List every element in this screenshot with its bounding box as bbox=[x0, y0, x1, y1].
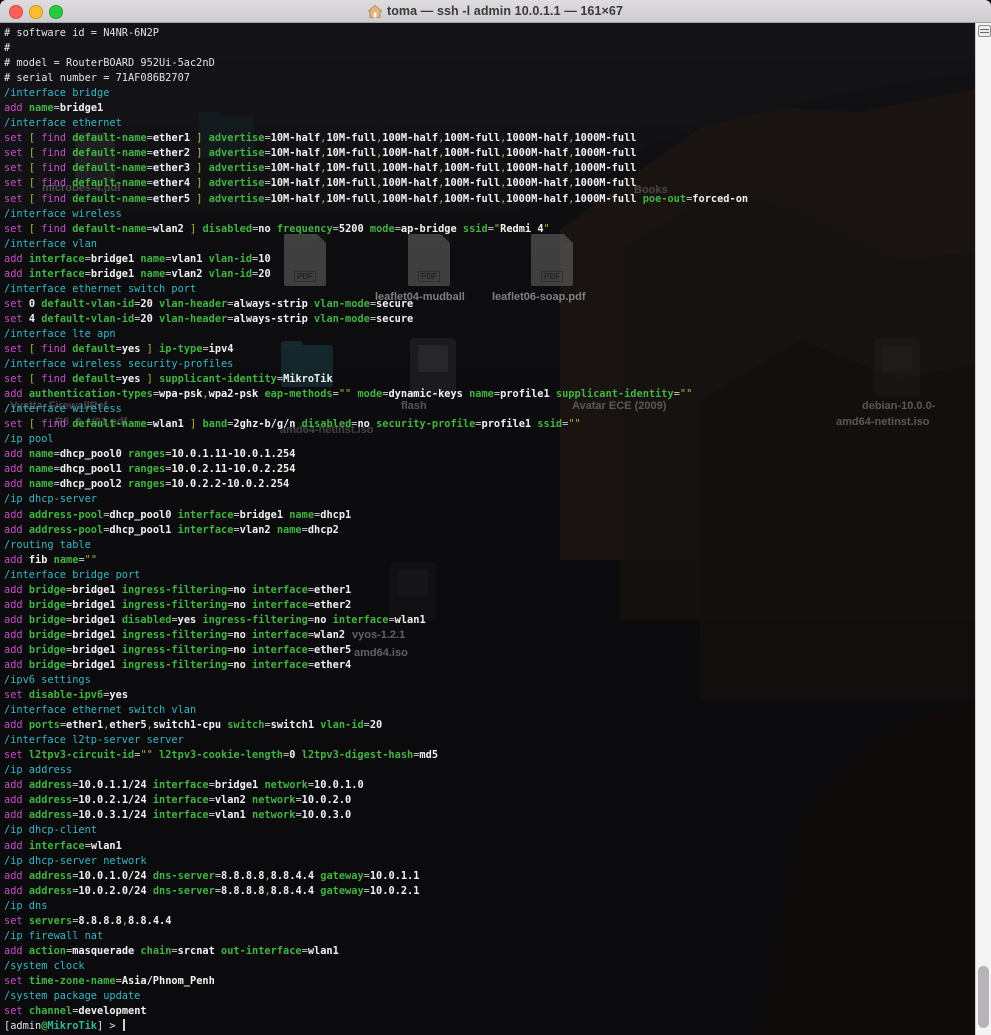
terminal-line: /ip dhcp-server network bbox=[4, 854, 147, 867]
terminal-line: set [ find default-name=ether2 ] adverti… bbox=[4, 147, 637, 160]
scrollbar[interactable] bbox=[975, 22, 991, 1035]
terminal-line: add address=10.0.3.1/24 interface=vlan1 … bbox=[4, 809, 352, 822]
terminal-line: add address-pool=dhcp_pool0 interface=br… bbox=[4, 508, 352, 521]
terminal-line: /interface ethernet switch port bbox=[4, 282, 197, 295]
scrollbar-thumb[interactable] bbox=[978, 966, 989, 1028]
terminal-line: set [ find default-name=wlan2 ] disabled… bbox=[4, 222, 550, 235]
terminal-line: set 0 default-vlan-id=20 vlan-header=alw… bbox=[4, 297, 414, 310]
terminal-window: PDFPDFPDFPDF microbes-4.pdfBooksleaflet0… bbox=[0, 0, 991, 1035]
terminal-line: add name=dhcp_pool0 ranges=10.0.1.11-10.… bbox=[4, 448, 296, 461]
terminal-line: add bridge=bridge1 ingress-filtering=no … bbox=[4, 583, 352, 596]
terminal-line: add name=dhcp_pool1 ranges=10.0.2.11-10.… bbox=[4, 463, 296, 476]
terminal-line: set time-zone-name=Asia/Phnom_Penh bbox=[4, 974, 215, 987]
terminal-line: /interface vlan bbox=[4, 237, 97, 250]
terminal-line: set servers=8.8.8.8,8.8.4.4 bbox=[4, 914, 172, 927]
terminal-line: set 4 default-vlan-id=20 vlan-header=alw… bbox=[4, 312, 414, 325]
terminal-line: # software id = N4NR-6N2P bbox=[4, 27, 159, 39]
window-title: toma — ssh -l admin 10.0.1.1 — 161×67 bbox=[386, 4, 624, 18]
terminal-line: set [ find default-name=ether5 ] adverti… bbox=[4, 192, 749, 205]
terminal-line: add interface=bridge1 name=vlan1 vlan-id… bbox=[4, 252, 271, 265]
terminal-line: add interface=wlan1 bbox=[4, 839, 122, 852]
terminal-line: add bridge=bridge1 ingress-filtering=no … bbox=[4, 658, 352, 671]
terminal-line: add bridge=bridge1 ingress-filtering=no … bbox=[4, 628, 346, 641]
terminal-line: /interface wireless bbox=[4, 207, 122, 220]
terminal-line: /ip dhcp-client bbox=[4, 824, 97, 837]
terminal-line: add address=10.0.1.1/24 interface=bridge… bbox=[4, 779, 364, 792]
terminal-line: add bridge=bridge1 ingress-filtering=no … bbox=[4, 643, 352, 656]
terminal-line: /system package update bbox=[4, 990, 141, 1002]
terminal-line: set channel=development bbox=[4, 1005, 147, 1018]
terminal-line: add bridge=bridge1 disabled=yes ingress-… bbox=[4, 613, 426, 626]
terminal-line: set [ find default=yes ] supplicant-iden… bbox=[4, 373, 333, 386]
terminal-line: /interface wireless security-profiles bbox=[4, 358, 234, 371]
terminal-line: add authentication-types=wpa-psk,wpa2-ps… bbox=[4, 388, 693, 401]
terminal-line: /interface ethernet switch vlan bbox=[4, 704, 197, 717]
split-pane-icon[interactable] bbox=[978, 25, 991, 37]
title-bar[interactable]: toma — ssh -l admin 10.0.1.1 — 161×67 bbox=[0, 0, 991, 23]
terminal-line: /ip firewall nat bbox=[4, 929, 104, 942]
terminal-line: /routing table bbox=[4, 538, 91, 551]
terminal-line: set [ find default-name=ether3 ] adverti… bbox=[4, 162, 637, 175]
terminal-line: /interface l2tp-server server bbox=[4, 734, 184, 747]
zoom-button[interactable] bbox=[49, 5, 63, 19]
terminal-line: add name=bridge1 bbox=[4, 102, 104, 115]
terminal-line: add address=10.0.2.1/24 interface=vlan2 … bbox=[4, 794, 352, 807]
close-button[interactable] bbox=[9, 5, 23, 19]
terminal-line: add address=10.0.2.0/24 dns-server=8.8.8… bbox=[4, 884, 420, 897]
terminal-line: # serial number = 71AF086B2707 bbox=[4, 72, 190, 85]
terminal-line: set [ find default-name=ether4 ] adverti… bbox=[4, 177, 637, 190]
minimize-button[interactable] bbox=[29, 5, 43, 19]
text-cursor bbox=[122, 1019, 125, 1032]
terminal-line: # bbox=[4, 42, 11, 55]
terminal-line: /interface wireless bbox=[4, 403, 122, 416]
terminal-line: set l2tpv3-circuit-id="" l2tpv3-cookie-l… bbox=[4, 749, 439, 762]
terminal-line: add bridge=bridge1 ingress-filtering=no … bbox=[4, 598, 352, 611]
terminal-line: add name=dhcp_pool2 ranges=10.0.2.2-10.0… bbox=[4, 478, 290, 491]
terminal-line: /interface ethernet bbox=[4, 117, 122, 130]
terminal-line: add address-pool=dhcp_pool1 interface=vl… bbox=[4, 523, 339, 536]
terminal-line: set disable-ipv6=yes bbox=[4, 689, 129, 702]
home-folder-icon bbox=[367, 4, 382, 18]
terminal-line: /ip dhcp-server bbox=[4, 493, 97, 506]
terminal-line: /ip pool bbox=[4, 433, 54, 446]
terminal-line: set [ find default-name=wlan1 ] band=2gh… bbox=[4, 418, 581, 431]
terminal-line: add ports=ether1,ether5,switch1-cpu swit… bbox=[4, 719, 383, 732]
terminal-line: /interface bridge port bbox=[4, 568, 141, 581]
terminal-line: add action=masquerade chain=srcnat out-i… bbox=[4, 944, 339, 957]
terminal-line: /ipv6 settings bbox=[4, 674, 91, 687]
terminal-line: add interface=bridge1 name=vlan2 vlan-id… bbox=[4, 267, 271, 280]
terminal-line: set [ find default-name=ether1 ] adverti… bbox=[4, 132, 637, 145]
terminal-line: /interface bridge bbox=[4, 87, 110, 100]
terminal-line: set [ find default=yes ] ip-type=ipv4 bbox=[4, 342, 234, 355]
terminal-line: add address=10.0.1.0/24 dns-server=8.8.8… bbox=[4, 869, 420, 882]
terminal-line: add fib name="" bbox=[4, 553, 98, 566]
terminal-line: /ip address bbox=[4, 764, 73, 777]
terminal-line: /ip dns bbox=[4, 899, 48, 912]
terminal-line: /system clock bbox=[4, 959, 85, 972]
terminal-line: [admin@MikroTik] > bbox=[4, 1019, 975, 1034]
terminal-output[interactable]: # software id = N4NR-6N2P # # model = Rout… bbox=[0, 22, 975, 1035]
terminal-line: /interface lte apn bbox=[4, 327, 116, 340]
terminal-line: # model = RouterBOARD 952Ui-5ac2nD bbox=[4, 57, 215, 70]
